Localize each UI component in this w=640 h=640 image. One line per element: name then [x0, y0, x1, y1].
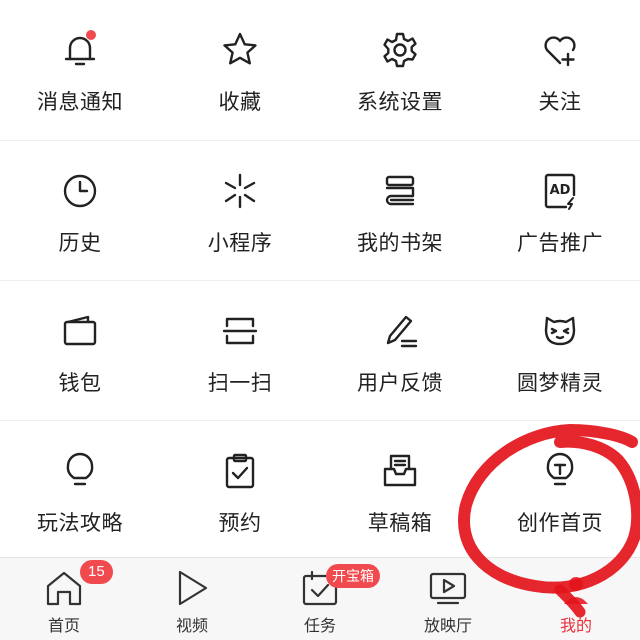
menu-item-ads[interactable]: AD 广告推广	[480, 141, 640, 281]
menu-item-label: 广告推广	[517, 232, 603, 255]
tab-me[interactable]: 我的	[512, 558, 640, 640]
menu-row-3: 钱包 扫一扫 用户反馈 圆梦精灵	[0, 280, 640, 420]
menu-item-play-guide[interactable]: 玩法攻略	[0, 421, 160, 561]
menu-item-drafts[interactable]: 草稿箱	[320, 421, 480, 561]
scan-icon	[220, 311, 260, 351]
notification-dot	[86, 30, 96, 40]
menu-item-mini-program[interactable]: 小程序	[160, 141, 320, 281]
heart-plus-icon	[540, 30, 580, 70]
menu-item-scan[interactable]: 扫一扫	[160, 281, 320, 421]
menu-row-4: 玩法攻略 预约 草稿箱 创作首页	[0, 420, 640, 560]
menu-item-wallet[interactable]: 钱包	[0, 281, 160, 421]
wallet-icon	[60, 311, 100, 351]
tab-label: 任务	[303, 618, 336, 635]
cat-face-icon	[540, 311, 580, 351]
home-icon	[44, 568, 84, 608]
svg-text:AD: AD	[550, 183, 571, 198]
menu-item-notifications[interactable]: 消息通知	[0, 0, 160, 140]
home-badge: 15	[80, 560, 113, 584]
tab-video[interactable]: 视频	[128, 558, 256, 640]
menu-item-settings[interactable]: 系统设置	[320, 0, 480, 140]
menu-row-2: 历史 小程序 我的书架 AD 广告推广	[0, 140, 640, 280]
inbox-icon	[380, 451, 420, 491]
menu-item-label: 关注	[538, 91, 582, 114]
mini-program-icon	[220, 171, 260, 211]
menu-item-label: 用户反馈	[357, 372, 443, 395]
tab-screening-hall[interactable]: 放映厅	[384, 558, 512, 640]
menu-item-label: 玩法攻略	[37, 512, 123, 535]
menu-item-favorites[interactable]: 收藏	[160, 0, 320, 140]
bulb-t-icon	[540, 451, 580, 491]
tab-tasks[interactable]: 开宝箱 任务	[256, 558, 384, 640]
menu-item-label: 钱包	[58, 372, 102, 395]
menu-item-feedback[interactable]: 用户反馈	[320, 281, 480, 421]
menu-item-label: 小程序	[207, 232, 273, 255]
menu-item-history[interactable]: 历史	[0, 141, 160, 281]
menu-item-bookshelf[interactable]: 我的书架	[320, 141, 480, 281]
menu-item-creator-home[interactable]: 创作首页	[480, 421, 640, 561]
star-icon	[220, 30, 260, 70]
tab-label: 首页	[47, 618, 80, 635]
menu-item-label: 历史	[58, 232, 102, 255]
lightbulb-icon	[60, 451, 100, 491]
treasure-box-badge: 开宝箱	[326, 564, 380, 588]
clock-icon	[60, 171, 100, 211]
menu-item-label: 草稿箱	[367, 512, 433, 535]
tab-label: 放映厅	[423, 618, 472, 635]
menu-item-label: 圆梦精灵	[517, 372, 603, 395]
menu-item-label: 我的书架	[357, 232, 443, 255]
pencil-icon	[380, 311, 420, 351]
bookshelf-icon	[380, 171, 420, 211]
gear-icon	[380, 30, 420, 70]
play-triangle-icon	[172, 568, 212, 608]
clipboard-check-icon	[220, 451, 260, 491]
menu-row-1: 消息通知 收藏 系统设置 关注	[0, 0, 640, 140]
tab-label: 我的	[559, 618, 592, 635]
menu-item-label: 扫一扫	[207, 372, 273, 395]
tab-home[interactable]: 15 首页	[0, 558, 128, 640]
bottom-tab-bar: 15 首页 视频 开宝箱 任务 放映厅 我的	[0, 557, 640, 640]
profile-icon	[556, 568, 596, 608]
menu-item-label: 系统设置	[357, 91, 443, 114]
menu-item-follow[interactable]: 关注	[480, 0, 640, 140]
menu-item-label: 收藏	[218, 91, 262, 114]
menu-item-label: 创作首页	[517, 512, 603, 535]
menu-item-label: 消息通知	[37, 91, 123, 114]
ad-icon: AD	[540, 171, 580, 211]
tab-label: 视频	[175, 618, 208, 635]
menu-grid: 消息通知 收藏 系统设置 关注 历史 小程序 我的书架 AD 广告推广 钱包 扫…	[0, 0, 640, 560]
menu-item-label: 预约	[218, 512, 262, 535]
menu-item-reservation[interactable]: 预约	[160, 421, 320, 561]
tv-play-icon	[428, 568, 468, 608]
menu-item-dream-sprite[interactable]: 圆梦精灵	[480, 281, 640, 421]
